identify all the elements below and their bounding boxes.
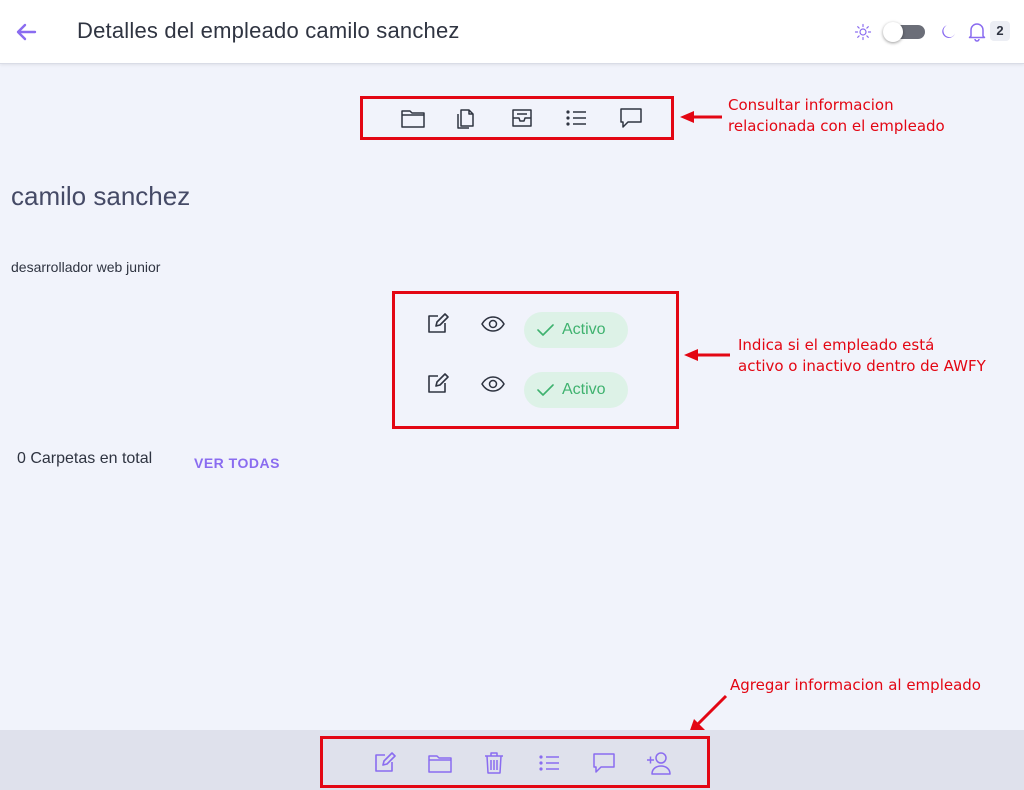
inbox-icon[interactable] <box>507 103 537 133</box>
status-label: Activo <box>562 381 606 398</box>
trash-icon[interactable] <box>479 748 509 778</box>
check-icon <box>537 324 554 336</box>
annotation-bottom: Agregar informacion al empleado <box>730 676 981 694</box>
list-icon[interactable] <box>561 103 591 133</box>
sun-icon <box>854 23 872 41</box>
status-badge: Activo <box>524 372 628 408</box>
comment-icon[interactable] <box>589 748 619 778</box>
status-label: Activo <box>562 321 606 338</box>
edit-icon[interactable] <box>369 748 399 778</box>
bell-icon[interactable] <box>966 20 988 42</box>
annotation-top-line2: relacionada con el empleado <box>728 117 945 135</box>
annotation-arrow-top <box>680 110 722 129</box>
annotation-status-line2: activo o inactivo dentro de AWFY <box>738 357 986 375</box>
toggle-knob <box>883 22 903 42</box>
top-app-bar: Detalles del empleado camilo sanchez 2 <box>0 0 1024 64</box>
notification-badge: 2 <box>990 21 1010 41</box>
eye-icon[interactable] <box>478 309 508 339</box>
annotation-top: Consultar informacion relacionada con el… <box>728 95 945 137</box>
add-user-icon[interactable] <box>644 748 674 778</box>
theme-toggle[interactable] <box>883 22 927 42</box>
folder-icon[interactable] <box>425 748 455 778</box>
check-icon <box>537 384 554 396</box>
view-all-link[interactable]: VER TODAS <box>194 455 280 471</box>
page-title: Detalles del empleado camilo sanchez <box>77 18 460 43</box>
annotation-status: Indica si el empleado está activo o inac… <box>738 335 986 377</box>
edit-icon[interactable] <box>422 309 452 339</box>
moon-icon <box>940 22 958 40</box>
annotation-arrow-status <box>684 348 730 367</box>
employee-name: camilo sanchez <box>11 181 191 211</box>
folder-icon[interactable] <box>398 103 428 133</box>
edit-icon[interactable] <box>422 369 452 399</box>
documents-icon[interactable] <box>451 103 481 133</box>
comment-icon[interactable] <box>616 103 646 133</box>
back-arrow-icon[interactable] <box>12 18 40 46</box>
status-badge: Activo <box>524 312 628 348</box>
folders-total: 0 Carpetas en total <box>17 450 153 467</box>
list-icon[interactable] <box>534 748 564 778</box>
eye-icon[interactable] <box>478 369 508 399</box>
annotation-top-line1: Consultar informacion <box>728 96 894 114</box>
annotation-status-line1: Indica si el empleado está <box>738 336 935 354</box>
employee-role: desarrollador web junior <box>11 259 161 275</box>
